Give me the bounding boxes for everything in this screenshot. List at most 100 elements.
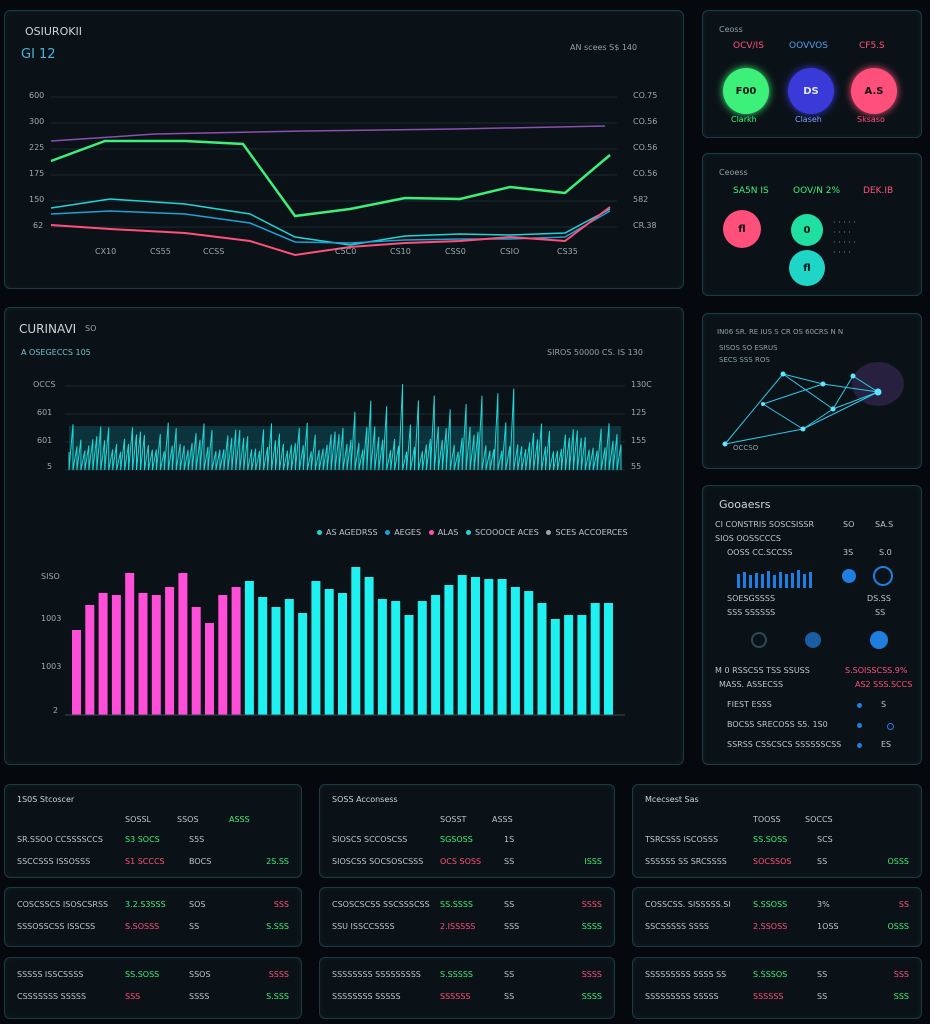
list-row[interactable]: SIOS OOSSCCCS	[715, 534, 909, 548]
right-list-title: Gooaesrs	[719, 498, 771, 511]
bar[interactable]	[85, 605, 95, 715]
card-row[interactable]: TSRCSSS ISCOSSS SS.SOSS SCS	[645, 835, 909, 849]
label-green: OCV/IS	[733, 41, 764, 51]
bar[interactable]	[391, 601, 401, 715]
card-row[interactable]: SSSSSSSS SSSSS SSSSSS SS SSSS	[332, 992, 602, 1006]
status-circles-panel-2: Ceoess SA5N IS OOV/N 2% DEK.IB fl 0 fl ·…	[702, 153, 922, 296]
card-header-row: TOOSS SOCCS	[753, 815, 833, 824]
card-row[interactable]: SSSOSSCSS ISSCSS S.SOSSS SS S.SSS	[17, 922, 289, 936]
bar[interactable]	[218, 595, 228, 715]
status-circle-green[interactable]: F00	[723, 68, 769, 114]
card-row[interactable]: SIOSCSS SOCSOSCSSS OCS SOSS SS ISSS	[332, 857, 602, 871]
bar[interactable]	[111, 595, 121, 715]
card-row[interactable]: SSCCSSS ISSOSSS S1 SCCCS BOCS 2S.SS	[17, 857, 289, 871]
bar[interactable]	[510, 587, 520, 715]
network-caption: OCCSO	[733, 444, 759, 452]
top-line-chart-panel: OSIUROKII GI 12 AN scees S$ 140 600 300 …	[4, 10, 684, 289]
list-row[interactable]: BOCSS SRECOSS S5. 1S0	[715, 720, 909, 734]
list-row[interactable]: SOESGSSSS DS.SS	[715, 594, 909, 608]
summary-card: SOSS Acconsess SOSST ASSS SIOSCS SCCOSCSS SG…	[319, 784, 615, 878]
card-row[interactable]: SSSSSSSS SSSSSSSSS S.SSSSS SS SSSS	[332, 970, 602, 984]
bar[interactable]	[311, 581, 321, 715]
list-row[interactable]: FIEST ESSS S	[715, 700, 909, 714]
list-row[interactable]: SSS SSSSSS SS	[715, 608, 909, 622]
summary-card: COSSCSS. SISSSSS.SI S.SSOSS 3% SS SSCSSSSS S…	[632, 887, 922, 947]
summary-card: Mcecsest Sas TOOSS SOCCS TSRCSSS ISCOSSS SS.…	[632, 784, 922, 878]
summary-card: SSSSSSSS SSSSSSSSS S.SSSSS SS SSSS SSSSSSSS …	[319, 957, 615, 1019]
bar[interactable]	[364, 577, 374, 715]
card-row[interactable]: SSSSSSSSS SSSS SS S.SSSOS SS SSS	[645, 970, 909, 984]
status-circle-pink[interactable]: fl	[723, 210, 761, 248]
series-purple	[50, 125, 606, 142]
bar[interactable]	[444, 585, 454, 715]
bar[interactable]	[231, 587, 241, 715]
bar[interactable]	[604, 603, 613, 715]
panel-title: Ceoess	[719, 168, 748, 177]
bar[interactable]	[377, 599, 387, 715]
card-title: SOSS Acconsess	[332, 795, 398, 804]
label-3: DEK.IB	[863, 186, 894, 196]
list-row[interactable]: MASS. ASSECSS AS2 SSS.SCCS	[715, 680, 912, 694]
status-circles-panel-1: Ceoss OCV/IS OOVVOS CF5.S F00 DS A.S Cla…	[702, 10, 922, 138]
bar[interactable]	[577, 615, 587, 715]
bar[interactable]	[550, 619, 560, 715]
bar[interactable]	[524, 591, 534, 715]
card-row[interactable]: SSSSS ISSCSSSS SS.SOSS SSOS SSSS	[17, 970, 289, 984]
summary-card: SSSSS ISSCSSSS SS.SOSS SSOS SSSS CSSSSSSS SS…	[4, 957, 302, 1019]
bar[interactable]	[205, 623, 214, 715]
bar[interactable]	[284, 599, 294, 715]
bar[interactable]	[351, 567, 361, 715]
card-row[interactable]: SSCSSSSS SSSS 2.SSOSS 1OSS OSSS	[645, 922, 909, 936]
bar[interactable]	[125, 573, 135, 715]
list-row[interactable]: CI CONSTRIS SOSCSISSR SO SA.S	[715, 520, 909, 534]
status-circle-green[interactable]: 0	[791, 214, 823, 246]
bar[interactable]	[484, 579, 494, 715]
card-title: 1S0S Stcoscer	[17, 795, 75, 804]
card-row[interactable]: CSOSCSCSS SSCSSSCSS SS.SSSS SS SSSS	[332, 900, 602, 914]
list-row[interactable]: M 0 RSSCSS TSS SSUSS S.SOISSCSS.9%	[715, 666, 909, 680]
bar[interactable]	[537, 603, 547, 715]
bar[interactable]	[457, 575, 467, 715]
bar[interactable]	[298, 613, 308, 715]
card-row[interactable]: SIOSCS SCCOSCSS SGSOSS 1S	[332, 835, 602, 849]
card-row[interactable]: COSCSSCS ISOSCSRSS 3.2.S3SSS SOS SSS	[17, 900, 289, 914]
card-row[interactable]: SSSSSS SS SRCSSSS SOCSSOS SS OSSS	[645, 857, 909, 871]
card-header-row: SOSSL SSOS ASSS	[125, 815, 250, 824]
bar[interactable]	[564, 615, 574, 715]
bar[interactable]	[497, 579, 507, 715]
card-row[interactable]: SSU ISSCCSSSS 2.ISSSSS SSS SSSS	[332, 922, 602, 936]
panel-title: Ceoss	[719, 25, 743, 34]
list-row[interactable]: OOSS CC.SCCSS 3S S.0	[715, 548, 909, 562]
bar[interactable]	[178, 573, 188, 715]
list-row[interactable]: SSRSS CSSCSCS SSSSSSCSS ES	[715, 740, 909, 754]
status-circle-pink[interactable]: A.S	[851, 68, 897, 114]
series-green	[50, 139, 611, 218]
caption-blue: Claseh	[795, 115, 822, 124]
bar[interactable]	[271, 607, 281, 715]
bar[interactable]	[72, 630, 81, 715]
status-circle-blue[interactable]: DS	[788, 68, 834, 114]
bar[interactable]	[258, 597, 268, 715]
card-row[interactable]: SSSSSSSSS SSSSS SSSSSS SS SSS	[645, 992, 909, 1006]
bar[interactable]	[165, 587, 175, 715]
label-1: SA5N IS	[733, 186, 769, 196]
card-row[interactable]: COSSCSS. SISSSSS.SI S.SSOSS 3% SS	[645, 900, 909, 914]
label-2: OOV/N 2%	[793, 186, 841, 196]
bar[interactable]	[244, 581, 254, 715]
bar[interactable]	[191, 607, 201, 715]
bar[interactable]	[138, 593, 148, 715]
bar[interactable]	[324, 589, 334, 715]
bar[interactable]	[151, 595, 161, 715]
bar[interactable]	[431, 595, 441, 715]
bar[interactable]	[98, 593, 108, 715]
bar[interactable]	[404, 615, 414, 715]
bar[interactable]	[471, 577, 480, 715]
card-row[interactable]: SR.SSOO CCSSSSCCS S3 SOCS S5S	[17, 835, 289, 849]
bar[interactable]	[590, 603, 600, 715]
label-blue: OOVVOS	[789, 41, 828, 51]
status-circle-cyan[interactable]: fl	[789, 250, 825, 286]
bar[interactable]	[338, 593, 347, 715]
summary-card: SSSSSSSSS SSSS SS S.SSSOS SS SSS SSSSSSSSS S…	[632, 957, 922, 1019]
bar[interactable]	[417, 601, 427, 715]
card-row[interactable]: CSSSSSSS SSSSS SSS SSSS S.SSS	[17, 992, 289, 1006]
